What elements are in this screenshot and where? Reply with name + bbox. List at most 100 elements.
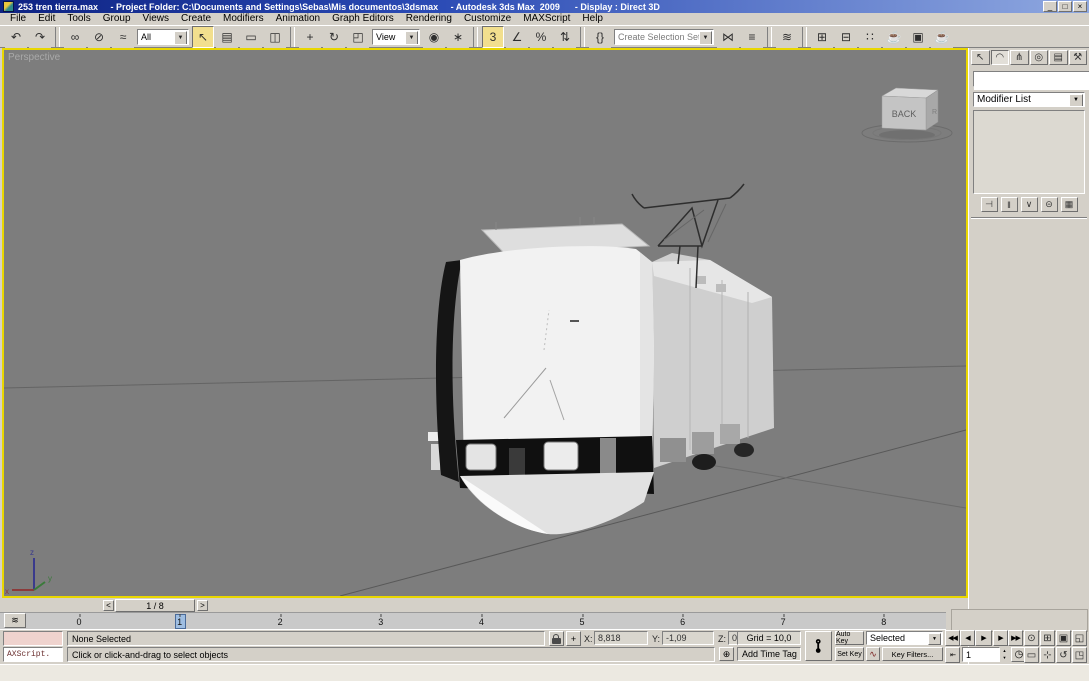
viewcube-back-label[interactable]: BACK <box>892 109 917 119</box>
zoom-all-button[interactable]: ⊞ <box>1040 630 1055 646</box>
angle-snap-toggle-button[interactable]: ∠ <box>506 26 528 48</box>
tab-motion[interactable]: ◎ <box>1030 50 1049 65</box>
train-model[interactable] <box>428 184 774 534</box>
menu-animation[interactable]: Animation <box>270 13 326 25</box>
frame-spinner[interactable]: ▲▼ <box>1000 647 1009 662</box>
redo-button[interactable]: ↷ <box>29 26 51 48</box>
absolute-mode-transform-button[interactable]: + <box>566 631 581 646</box>
time-slider-prev-button[interactable]: < <box>103 600 114 611</box>
menu-edit[interactable]: Edit <box>32 13 61 25</box>
time-tag-globe-icon[interactable]: ⊕ <box>719 647 734 661</box>
select-and-move-button[interactable]: + <box>299 26 321 48</box>
zoom-extents-button[interactable]: ▣ <box>1056 630 1071 646</box>
menu-tools[interactable]: Tools <box>61 13 96 25</box>
render-setup-button[interactable]: ☕ <box>883 26 905 48</box>
track-bar[interactable]: 012345678 <box>0 612 946 630</box>
zoom-region-button[interactable]: ▭ <box>1024 647 1039 663</box>
close-button[interactable]: × <box>1073 1 1087 12</box>
menu-rendering[interactable]: Rendering <box>400 13 458 25</box>
select-by-name-button[interactable]: ▤ <box>216 26 238 48</box>
render-production-button[interactable]: ☕ <box>931 26 953 48</box>
orbit-button[interactable]: ↺ <box>1056 647 1071 663</box>
menu-file[interactable]: File <box>4 13 32 25</box>
perspective-viewport[interactable]: Perspective <box>2 48 968 598</box>
keying-selection-set-dropdown[interactable]: Selected <box>866 631 943 645</box>
undo-button[interactable]: ↶ <box>5 26 27 48</box>
configure-modifier-sets-button[interactable]: ▦ <box>1061 197 1078 212</box>
schematic-view-button[interactable]: ⊟ <box>835 26 857 48</box>
maxscript-mini-listener[interactable]: AXScript. <box>3 647 63 662</box>
menu-modifiers[interactable]: Modifiers <box>217 13 270 25</box>
go-to-start-button[interactable]: ◀◀ <box>945 630 960 646</box>
viewcube[interactable]: BACK R <box>862 88 952 142</box>
menu-customize[interactable]: Customize <box>458 13 517 25</box>
tab-hierarchy[interactable]: ⋔ <box>1010 50 1029 65</box>
menu-help[interactable]: Help <box>576 13 609 25</box>
x-coordinate-field[interactable]: 8,818 <box>594 631 648 645</box>
tab-modify[interactable]: ◠ <box>991 50 1010 65</box>
add-time-tag-field[interactable]: Add Time Tag <box>737 647 801 661</box>
use-pivot-point-center-button[interactable]: ◉ <box>423 26 445 48</box>
bind-to-space-warp-button[interactable]: ≈ <box>112 26 134 48</box>
title-bar[interactable]: 253 tren tierra.max - Project Folder: C:… <box>0 0 1089 13</box>
window-crossing-toggle[interactable]: ◫ <box>264 26 286 48</box>
rectangular-selection-region-button[interactable]: ▭ <box>240 26 262 48</box>
select-object-button[interactable]: ↖ <box>192 26 214 48</box>
viewport-label[interactable]: Perspective <box>8 52 60 63</box>
macro-recorder-pane[interactable] <box>3 631 63 646</box>
minimize-button[interactable]: _ <box>1043 1 1057 12</box>
rendered-frame-window-button[interactable]: ▣ <box>907 26 929 48</box>
edit-named-selection-sets-button[interactable]: {} <box>589 26 611 48</box>
auto-key-button[interactable]: Auto Key <box>835 631 864 645</box>
set-key-button[interactable]: Set Key <box>835 647 864 661</box>
reference-coordinate-system-dropdown[interactable]: View <box>372 29 420 45</box>
y-coordinate-field[interactable]: -1,09 <box>662 631 714 645</box>
menu-views[interactable]: Views <box>137 13 176 25</box>
select-and-scale-button[interactable]: ◰ <box>347 26 369 48</box>
key-mode-toggle[interactable]: ⇤ <box>945 647 960 663</box>
key-filters-button[interactable]: Key Filters... <box>882 647 943 661</box>
tab-utilities[interactable]: ⚒ <box>1069 50 1088 65</box>
selection-lock-toggle[interactable] <box>549 631 564 646</box>
select-and-manipulate-button[interactable]: ∗ <box>447 26 469 48</box>
open-mini-curve-editor-button[interactable]: ≋ <box>4 613 26 628</box>
menu-create[interactable]: Create <box>175 13 217 25</box>
mirror-button[interactable]: ⋈ <box>717 26 739 48</box>
modifier-list-dropdown[interactable]: Modifier List <box>973 92 1085 107</box>
object-name-field[interactable] <box>974 76 1089 90</box>
select-and-rotate-button[interactable]: ↻ <box>323 26 345 48</box>
align-button[interactable]: ≡ <box>741 26 763 48</box>
select-and-link-button[interactable]: ∞ <box>64 26 86 48</box>
viewcube-side-label[interactable]: R <box>932 109 937 116</box>
remove-modifier-button[interactable]: ⊝ <box>1041 197 1058 212</box>
show-end-result-button[interactable]: ‖ <box>1001 197 1018 212</box>
menu-group[interactable]: Group <box>97 13 137 25</box>
spinner-snap-toggle-button[interactable]: ⇅ <box>554 26 576 48</box>
curve-editor-button[interactable]: ⊞ <box>811 26 833 48</box>
tab-create[interactable]: ↖ <box>971 50 990 65</box>
default-tangents-button[interactable]: ∿ <box>866 647 880 661</box>
zoom-button[interactable]: ⊙ <box>1024 630 1039 646</box>
current-frame-field[interactable]: 1 <box>962 647 1000 662</box>
play-animation-button[interactable]: ▶ <box>975 630 992 646</box>
make-unique-button[interactable]: ∨ <box>1021 197 1038 212</box>
time-slider[interactable]: 1 / 8 <box>115 599 195 612</box>
go-to-end-button[interactable]: ▶▶ <box>1008 630 1023 646</box>
restore-button[interactable]: □ <box>1058 1 1072 12</box>
unlink-selection-button[interactable]: ⊘ <box>88 26 110 48</box>
next-frame-button[interactable]: ▶ <box>993 630 1008 646</box>
maximize-viewport-toggle[interactable]: ◳ <box>1072 647 1087 663</box>
time-slider-next-button[interactable]: > <box>197 600 208 611</box>
set-key-mode-toggle[interactable]: ⊶ <box>805 631 832 661</box>
pin-stack-button[interactable]: ⊣ <box>981 197 998 212</box>
zoom-extents-all-button[interactable]: ◱ <box>1072 630 1087 646</box>
modifier-stack-list[interactable] <box>973 110 1085 194</box>
named-selection-set-dropdown[interactable]: Create Selection Set <box>614 29 714 45</box>
material-editor-button[interactable]: ∷ <box>859 26 881 48</box>
menu-maxscript[interactable]: MAXScript <box>517 13 576 25</box>
layer-manager-button[interactable]: ≋ <box>776 26 798 48</box>
percent-snap-toggle-button[interactable]: % <box>530 26 552 48</box>
pan-button[interactable]: ⊹ <box>1040 647 1055 663</box>
menu-graph-editors[interactable]: Graph Editors <box>326 13 400 25</box>
snaps-toggle-3d-button[interactable]: 3 <box>482 26 504 48</box>
